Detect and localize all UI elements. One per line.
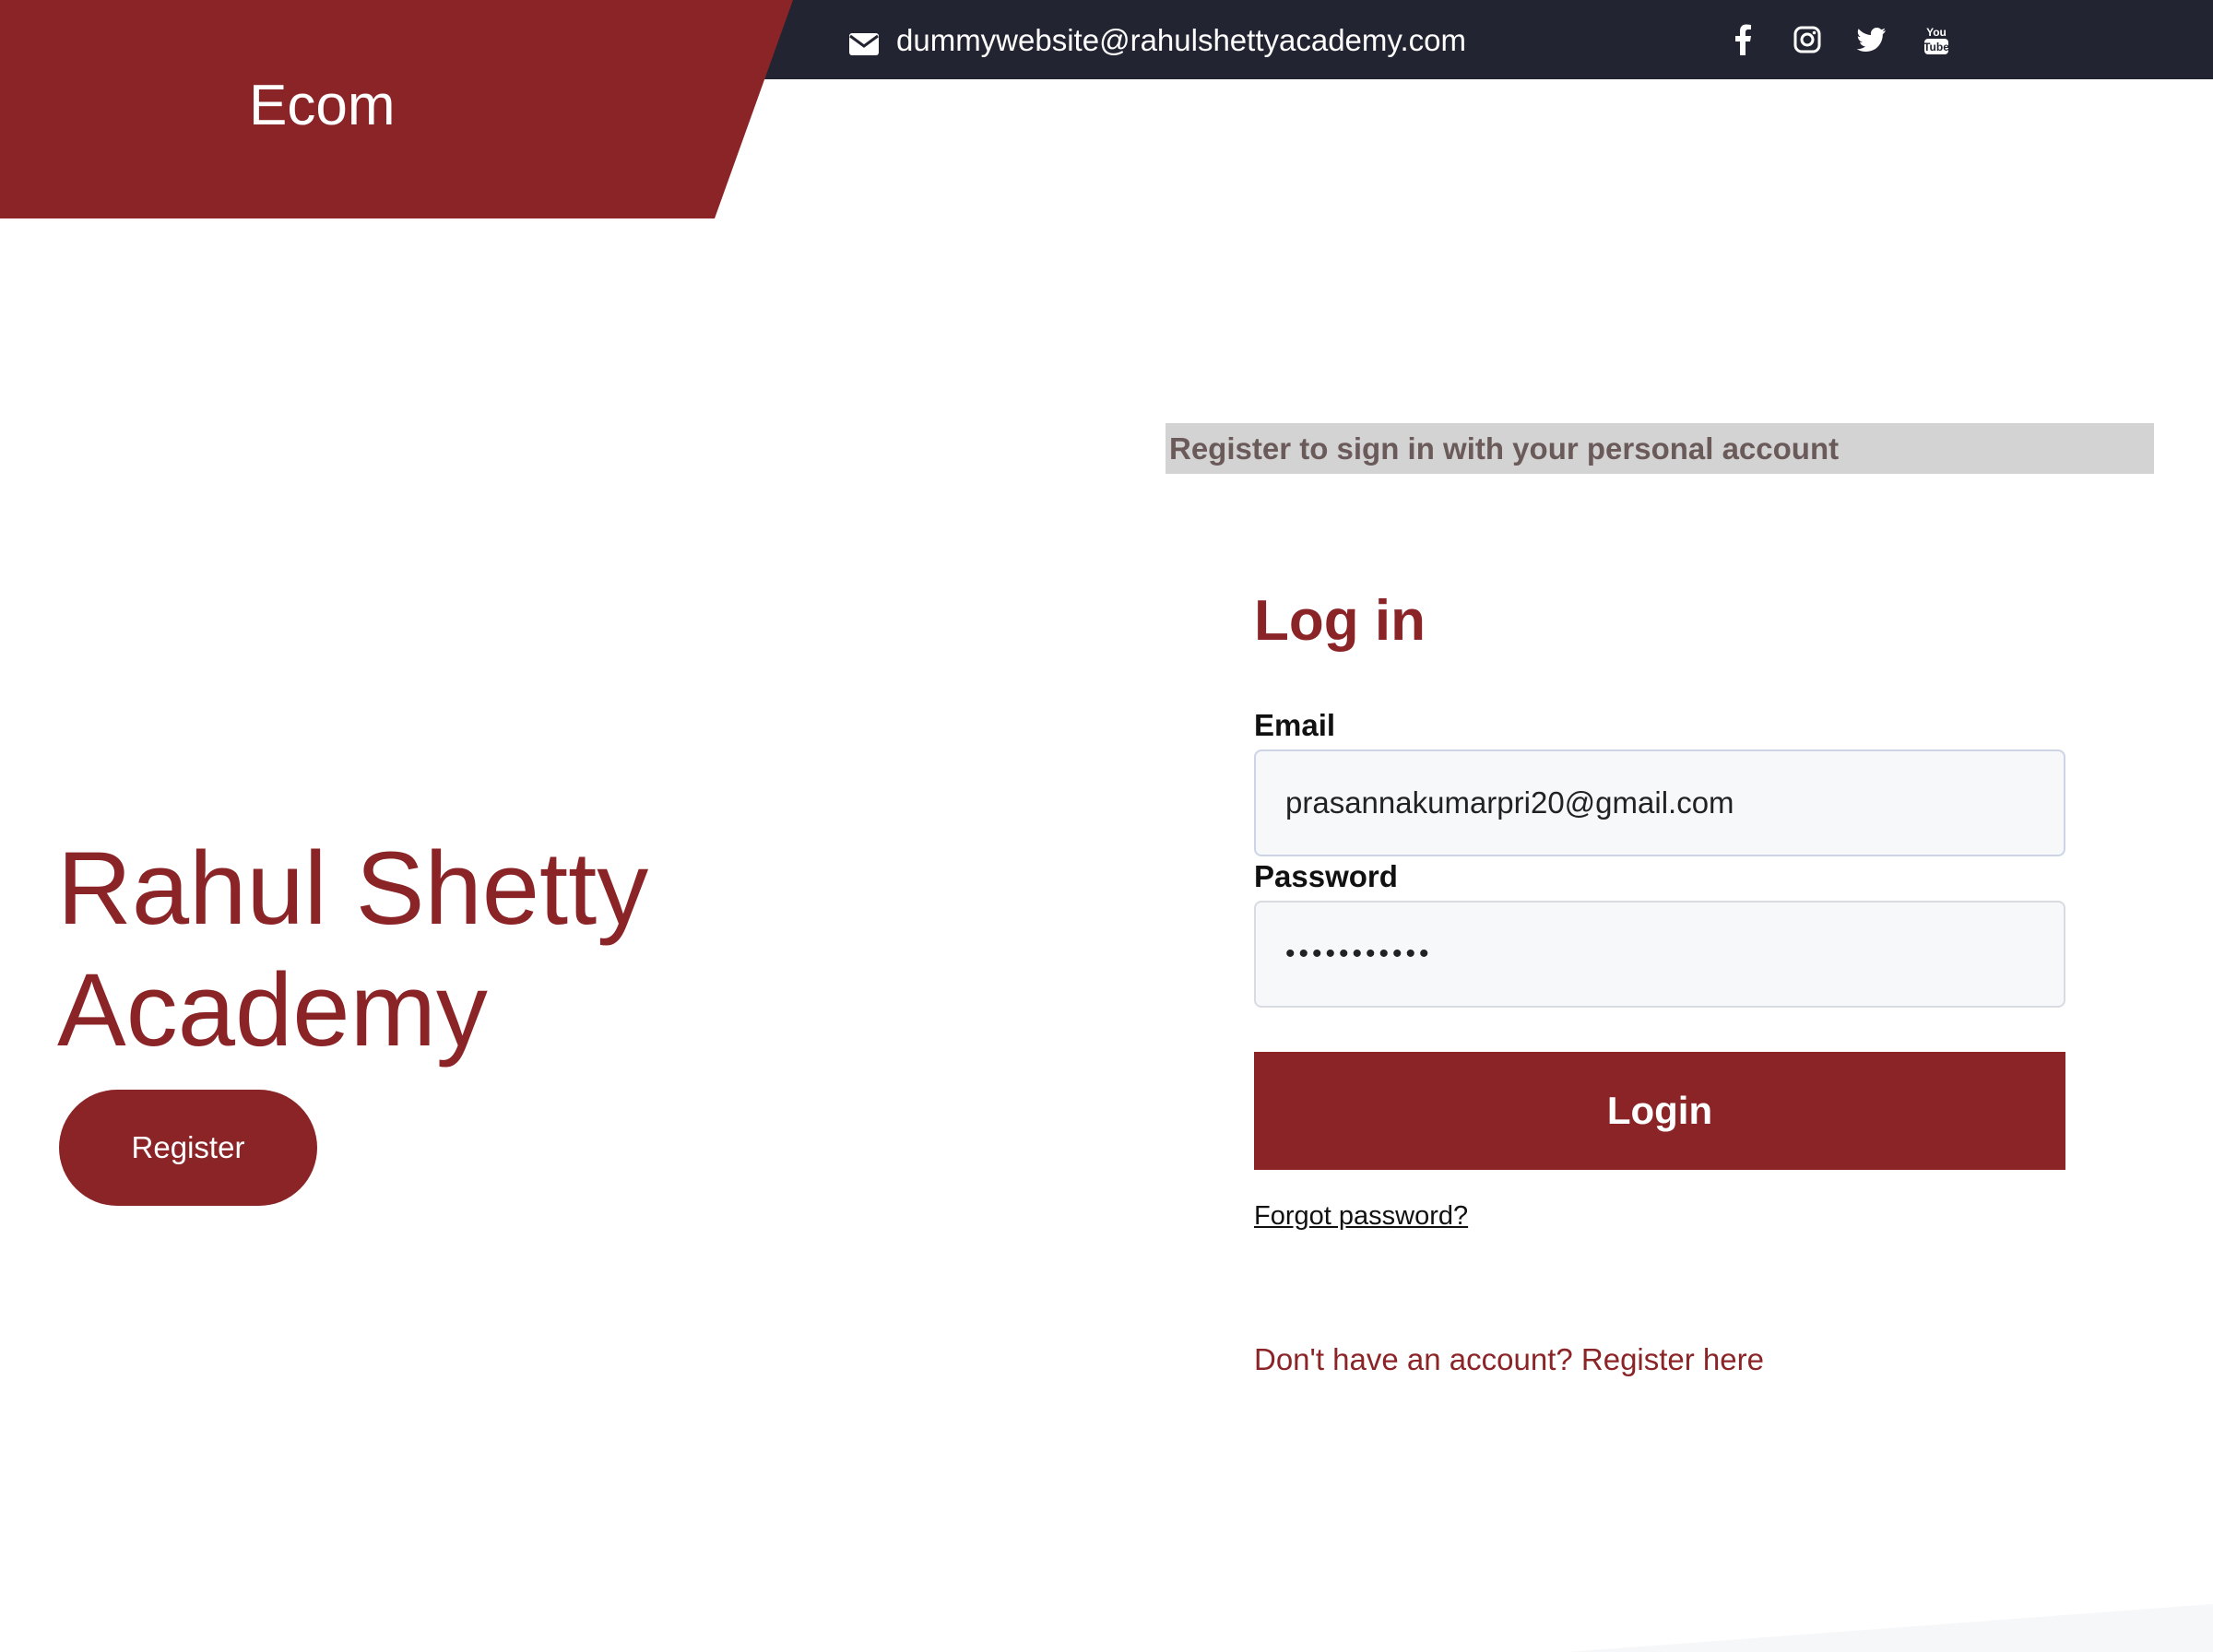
youtube-icon[interactable]: You Tube xyxy=(1920,23,1953,56)
login-heading: Log in xyxy=(1254,589,1426,653)
brand-title: Ecom xyxy=(249,74,396,137)
corner-decoration xyxy=(1568,1604,2213,1652)
twitter-icon[interactable] xyxy=(1855,23,1888,56)
register-banner: Register to sign in with your personal a… xyxy=(1166,423,2154,474)
contact-email: dummywebsite@rahulshettyacademy.com xyxy=(848,20,1466,61)
register-here-link[interactable]: Don't have an account? Register here xyxy=(1254,1342,1764,1377)
email-label: Email xyxy=(1254,708,1336,742)
login-button[interactable]: Login xyxy=(1254,1052,2065,1170)
svg-text:You: You xyxy=(1926,26,1947,39)
hero-title: Rahul Shetty Academy xyxy=(57,828,721,1071)
svg-text:Tube: Tube xyxy=(1923,41,1949,53)
hero-title-line2: Academy xyxy=(57,952,488,1068)
envelope-icon xyxy=(848,29,880,55)
contact-email-text: dummywebsite@rahulshettyacademy.com xyxy=(896,23,1466,57)
password-label: Password xyxy=(1254,859,1398,893)
password-field[interactable] xyxy=(1254,901,2065,1008)
facebook-icon[interactable] xyxy=(1726,23,1759,56)
forgot-password-link[interactable]: Forgot password? xyxy=(1254,1201,1468,1232)
instagram-icon[interactable] xyxy=(1791,23,1824,56)
social-links: You Tube xyxy=(1726,18,1953,61)
hero-title-line1: Rahul Shetty xyxy=(57,831,649,946)
brand-block xyxy=(0,0,793,218)
register-button[interactable]: Register xyxy=(59,1090,317,1206)
email-field[interactable] xyxy=(1254,749,2065,856)
